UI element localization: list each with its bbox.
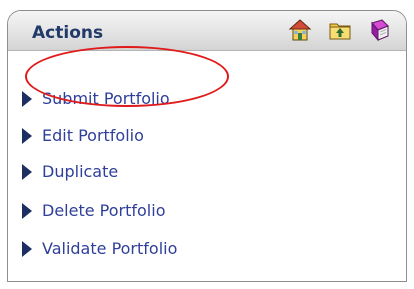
submit-portfolio-link[interactable]: Submit Portfolio — [42, 89, 170, 109]
action-item-validate-portfolio[interactable]: Validate Portfolio — [22, 238, 177, 260]
action-item-edit-portfolio[interactable]: Edit Portfolio — [22, 125, 144, 147]
panel-body: Submit Portfolio Edit Portfolio Duplicat… — [8, 52, 406, 281]
bullet-arrow-icon — [22, 203, 32, 219]
notebook-icon[interactable] — [368, 18, 392, 42]
bullet-arrow-icon — [22, 128, 32, 144]
folder-up-icon[interactable] — [328, 18, 352, 42]
notebook-icon-graphic — [371, 19, 389, 42]
action-item-duplicate[interactable]: Duplicate — [22, 161, 118, 183]
duplicate-link[interactable]: Duplicate — [42, 162, 118, 182]
bullet-arrow-icon — [22, 241, 32, 257]
action-item-submit-portfolio[interactable]: Submit Portfolio — [22, 88, 170, 110]
header-icons — [288, 17, 392, 43]
delete-portfolio-link[interactable]: Delete Portfolio — [42, 201, 165, 221]
home-icon-graphic — [288, 19, 312, 41]
panel-title: Actions — [32, 23, 104, 43]
home-icon[interactable] — [288, 18, 312, 42]
edit-portfolio-link[interactable]: Edit Portfolio — [42, 126, 144, 146]
validate-portfolio-link[interactable]: Validate Portfolio — [42, 239, 177, 259]
actions-panel: Actions Submit Portfolio Edit Portfolio … — [7, 10, 407, 282]
action-item-delete-portfolio[interactable]: Delete Portfolio — [22, 200, 165, 222]
panel-header: Actions — [8, 11, 406, 51]
folder-up-icon-graphic — [329, 23, 351, 40]
bullet-arrow-icon — [22, 91, 32, 107]
bullet-arrow-icon — [22, 164, 32, 180]
